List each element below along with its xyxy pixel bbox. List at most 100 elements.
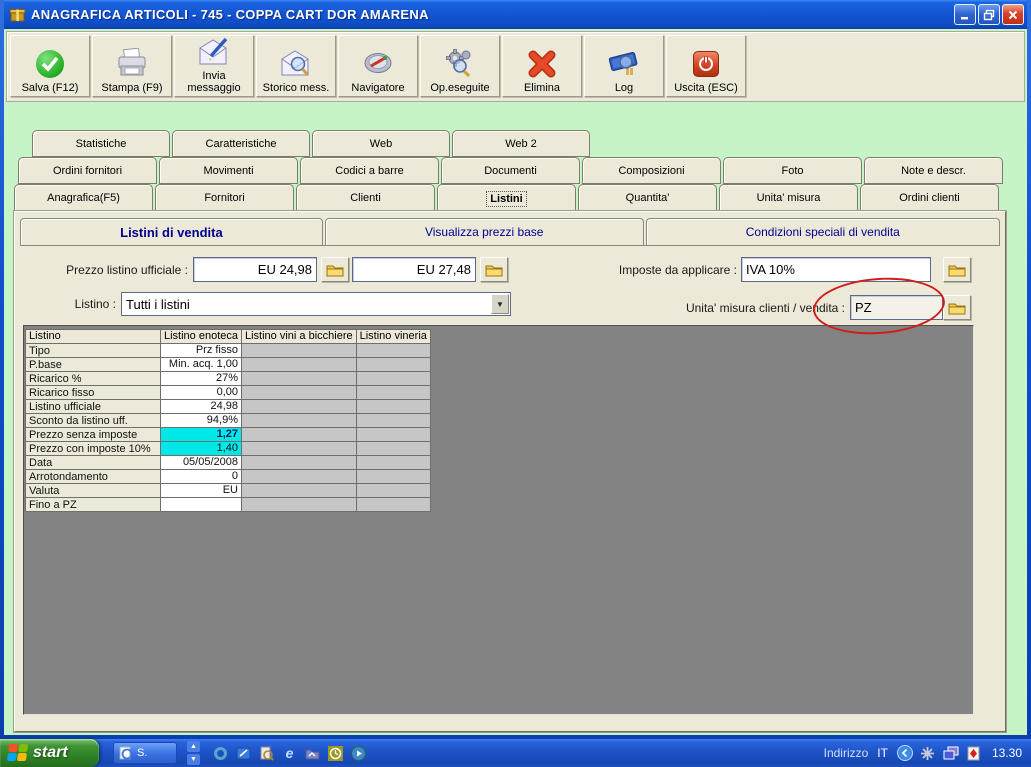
restore-button[interactable]	[978, 4, 1000, 25]
media-player-icon[interactable]	[350, 745, 367, 762]
tab-ordini-clienti[interactable]: Ordini clienti	[860, 184, 999, 211]
quick-launch-bar: e	[212, 745, 367, 762]
unita-misura-input[interactable]	[850, 295, 943, 320]
quicktime-icon[interactable]	[212, 745, 229, 762]
app-document-icon	[119, 746, 133, 760]
internet-explorer-icon[interactable]: e	[281, 745, 298, 762]
messenger-icon[interactable]	[235, 745, 252, 762]
subtab-listini-di-vendita[interactable]: Listini di vendita	[20, 218, 323, 245]
start-button[interactable]: start	[0, 739, 99, 767]
tab-row-2: Ordini fornitori Movimenti Codici a barr…	[18, 157, 1003, 184]
print-button-label: Stampa (F9)	[101, 82, 163, 94]
tab-quantita[interactable]: Quantita'	[578, 184, 717, 211]
tab-foto[interactable]: Foto	[723, 157, 862, 184]
print-button[interactable]: Stampa (F9)	[92, 35, 172, 97]
tab-clienti[interactable]: Clienti	[296, 184, 435, 211]
main-toolbar: Salva (F12) Stampa (F9) Invia messaggio …	[6, 31, 1025, 102]
language-indicator[interactable]: IT	[875, 746, 890, 760]
save-button[interactable]: Salva (F12)	[10, 35, 90, 97]
prezzo-folder-button-1[interactable]	[321, 257, 349, 282]
listini-grid-area: Listino Listino enoteca Listino vini a b…	[23, 325, 974, 715]
tab-fornitori[interactable]: Fornitori	[155, 184, 294, 211]
save-check-icon	[36, 46, 64, 82]
operations-button-label: Op.eseguite	[430, 82, 490, 94]
close-button[interactable]	[1002, 4, 1024, 25]
delete-button[interactable]: Elimina	[502, 35, 582, 97]
photo-folder-icon[interactable]	[304, 745, 321, 762]
exit-button[interactable]: Uscita (ESC)	[666, 35, 746, 97]
operations-button[interactable]: Op.eseguite	[420, 35, 500, 97]
message-history-button[interactable]: Storico mess.	[256, 35, 336, 97]
tab-listini[interactable]: Listini	[437, 184, 576, 212]
table-row: Tipo Prz fisso	[25, 343, 431, 358]
listino-select[interactable]: Tutti i listini ▼	[121, 292, 511, 316]
chevron-down-icon[interactable]: ▼	[491, 294, 509, 314]
table-row: Ricarico fisso 0,00	[25, 385, 431, 400]
subtab-strip: Listini di vendita Visualizza prezzi bas…	[20, 218, 1000, 246]
tab-anagrafica[interactable]: Anagrafica(F5)	[14, 184, 153, 211]
table-row: Valuta EU	[25, 483, 431, 498]
exit-button-label: Uscita (ESC)	[674, 82, 738, 94]
windows-flag-icon	[6, 744, 30, 762]
taskbar-clock[interactable]: 13.30	[992, 746, 1022, 760]
table-row: Listino ufficiale 24,98	[25, 399, 431, 414]
timer-icon[interactable]	[327, 745, 344, 762]
imposte-folder-button[interactable]	[943, 257, 971, 282]
search-doc-icon[interactable]	[258, 745, 275, 762]
tab-note-e-descr[interactable]: Note e descr.	[864, 157, 1003, 184]
unita-folder-button[interactable]	[943, 295, 971, 320]
tab-web[interactable]: Web	[312, 130, 450, 157]
network-star-icon[interactable]	[920, 745, 936, 761]
send-message-button[interactable]: Invia messaggio	[174, 35, 254, 97]
subtab-condizioni-speciali[interactable]: Condizioni speciali di vendita	[645, 218, 1000, 245]
tab-row-1: Statistiche Caratteristiche Web Web 2	[32, 130, 590, 157]
table-row: Ricarico % 27%	[25, 371, 431, 386]
collapse-chevron-icon[interactable]	[896, 745, 913, 761]
log-button-label: Log	[614, 82, 634, 94]
table-row: Data 05/05/2008	[25, 455, 431, 470]
delete-x-icon	[526, 46, 558, 82]
power-icon	[693, 46, 719, 82]
send-message-button-label: Invia messaggio	[187, 70, 241, 94]
tab-caratteristiche[interactable]: Caratteristiche	[172, 130, 310, 157]
column-header: Listino vineria	[355, 329, 431, 344]
scroll-down-icon[interactable]: ▼	[187, 754, 200, 765]
tab-web2[interactable]: Web 2	[452, 130, 590, 157]
table-row: Arrotondamento 0	[25, 469, 431, 484]
tab-ordini-fornitori[interactable]: Ordini fornitori	[18, 157, 157, 184]
tab-unita-misura[interactable]: Unita' misura	[719, 184, 858, 211]
tab-statistiche[interactable]: Statistiche	[32, 130, 170, 157]
table-row: Sconto da listino uff. 94,9%	[25, 413, 431, 428]
minimize-button[interactable]	[954, 4, 976, 25]
listino-select-value: Tutti i listini	[126, 296, 190, 312]
listino-label: Listino :	[74, 297, 116, 311]
gears-search-icon	[443, 46, 477, 82]
taskbar-app-button[interactable]: S.	[113, 742, 177, 764]
prezzo-listino-input-2[interactable]	[352, 257, 476, 282]
imposte-input[interactable]	[741, 257, 931, 282]
send-message-icon	[196, 36, 232, 70]
app-window: ANAGRAFICA ARTICOLI - 745 - COPPA CART D…	[0, 0, 1031, 739]
tab-composizioni[interactable]: Composizioni	[582, 157, 721, 184]
taskbar: start S. ▲ ▼ e Indirizzo IT 13.30	[0, 739, 1031, 767]
delete-button-label: Elimina	[523, 82, 561, 94]
subtab-visualizza-prezzi-base[interactable]: Visualizza prezzi base	[324, 218, 644, 245]
listini-table: Listino Listino enoteca Listino vini a b…	[25, 329, 431, 512]
table-row-highlighted: Prezzo senza imposte 1,27	[25, 427, 431, 442]
prezzo-listino-input-1[interactable]	[193, 257, 317, 282]
prezzo-folder-button-2[interactable]	[480, 257, 508, 282]
tab-movimenti[interactable]: Movimenti	[159, 157, 298, 184]
system-tray: Indirizzo IT 13.30	[824, 739, 1031, 767]
log-book-icon	[606, 46, 642, 82]
folder-icon	[485, 265, 503, 276]
antivirus-icon[interactable]	[966, 745, 982, 761]
message-history-icon	[278, 46, 314, 82]
scroll-up-icon[interactable]: ▲	[187, 741, 200, 752]
tab-codici-a-barre[interactable]: Codici a barre	[300, 157, 439, 184]
display-icon[interactable]	[943, 745, 959, 761]
address-toolbar-label[interactable]: Indirizzo	[824, 746, 869, 760]
tab-documenti[interactable]: Documenti	[441, 157, 580, 184]
navigator-button[interactable]: Navigatore	[338, 35, 418, 97]
message-history-button-label: Storico mess.	[262, 82, 330, 94]
log-button[interactable]: Log	[584, 35, 664, 97]
